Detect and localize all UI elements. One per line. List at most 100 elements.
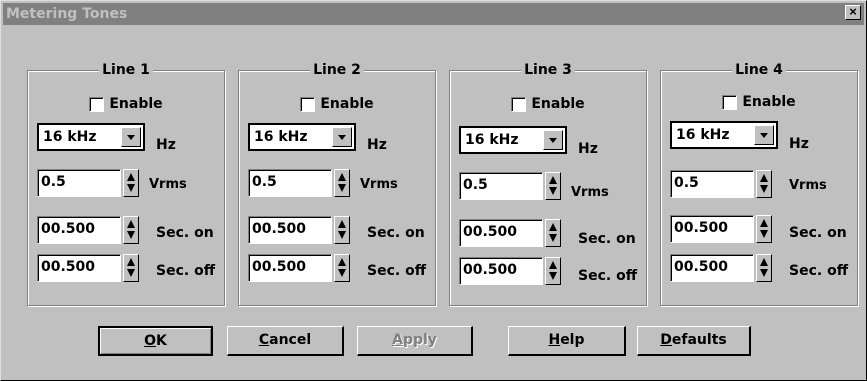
line-1-sec-on-input[interactable]: 00.500 bbox=[37, 216, 121, 244]
chevron-down-icon[interactable] bbox=[754, 125, 774, 145]
spin-down-icon[interactable] bbox=[760, 230, 768, 238]
line-1-enable-checkbox[interactable]: Enable bbox=[28, 94, 224, 114]
voltage-unit: Vrms bbox=[360, 177, 398, 192]
line-3-voltage-spinner[interactable] bbox=[545, 172, 561, 200]
line-4-frequency-select[interactable]: 16 kHz bbox=[670, 121, 778, 149]
defaults-button[interactable]: Defaults bbox=[637, 326, 751, 356]
checkbox-icon[interactable] bbox=[511, 96, 527, 112]
frequency-value: 16 kHz bbox=[465, 132, 519, 148]
line-3-sec-off-spinner[interactable] bbox=[545, 257, 561, 285]
line-4-sec-off-spinner[interactable] bbox=[756, 254, 772, 282]
spin-up-icon[interactable] bbox=[338, 173, 346, 181]
spin-down-icon[interactable] bbox=[760, 185, 768, 193]
line-4-voltage-spinner[interactable] bbox=[756, 170, 772, 198]
checkbox-icon[interactable] bbox=[89, 96, 105, 112]
voltage-unit: Vrms bbox=[789, 178, 827, 193]
chevron-down-icon[interactable] bbox=[332, 127, 352, 147]
line-4-enable-checkbox[interactable]: Enable bbox=[661, 92, 857, 112]
ok-button-label: OK bbox=[144, 333, 167, 349]
spin-up-icon[interactable] bbox=[549, 223, 557, 231]
spin-up-icon[interactable] bbox=[760, 174, 768, 182]
chevron-down-icon[interactable] bbox=[121, 127, 141, 147]
line-1-sec-off-input[interactable]: 00.500 bbox=[37, 254, 121, 282]
sec-off-label: Sec. off bbox=[156, 263, 216, 279]
spin-up-icon[interactable] bbox=[127, 258, 135, 266]
spin-up-icon[interactable] bbox=[338, 258, 346, 266]
sec-off-label: Sec. off bbox=[789, 263, 849, 279]
line-1-sec-off-spinner[interactable] bbox=[123, 254, 139, 282]
line-3-title: Line 3 bbox=[521, 62, 575, 78]
spin-up-icon[interactable] bbox=[760, 219, 768, 227]
title-bar[interactable]: Metering Tones × bbox=[3, 3, 864, 25]
line-2-group: Line 2 Enable 16 kHz Hz 0.5 Vrms 00.500 … bbox=[238, 62, 436, 306]
help-button[interactable]: Help bbox=[508, 326, 626, 356]
defaults-button-label: Defaults bbox=[660, 332, 727, 348]
line-2-voltage-spinner[interactable] bbox=[334, 169, 350, 197]
spin-up-icon[interactable] bbox=[127, 173, 135, 181]
sec-off-value: 00.500 bbox=[252, 259, 307, 275]
spin-down-icon[interactable] bbox=[549, 272, 557, 280]
line-3-sec-on-spinner[interactable] bbox=[545, 219, 561, 247]
spin-down-icon[interactable] bbox=[549, 234, 557, 242]
line-3-voltage-input[interactable]: 0.5 bbox=[459, 172, 543, 200]
line-1-voltage-spinner[interactable] bbox=[123, 169, 139, 197]
line-3-group: Line 3 Enable 16 kHz Hz 0.5 Vrms 00.500 … bbox=[449, 62, 647, 306]
frequency-value: 16 kHz bbox=[254, 129, 308, 145]
line-1-voltage-input[interactable]: 0.5 bbox=[37, 169, 121, 197]
line-3-sec-off-input[interactable]: 00.500 bbox=[459, 257, 543, 285]
line-3-frequency-select[interactable]: 16 kHz bbox=[459, 126, 567, 154]
enable-label: Enable bbox=[742, 94, 796, 110]
spin-down-icon[interactable] bbox=[127, 184, 135, 192]
frequency-unit: Hz bbox=[789, 136, 809, 152]
spin-up-icon[interactable] bbox=[549, 176, 557, 184]
apply-button-label: Apply bbox=[392, 332, 437, 348]
line-3-sec-on-input[interactable]: 00.500 bbox=[459, 219, 543, 247]
spin-down-icon[interactable] bbox=[338, 231, 346, 239]
line-2-sec-on-spinner[interactable] bbox=[334, 216, 350, 244]
line-4-sec-on-input[interactable]: 00.500 bbox=[670, 215, 754, 243]
line-2-title: Line 2 bbox=[310, 62, 364, 78]
line-2-sec-on-input[interactable]: 00.500 bbox=[248, 216, 332, 244]
spin-down-icon[interactable] bbox=[338, 269, 346, 277]
spin-down-icon[interactable] bbox=[127, 231, 135, 239]
ok-button[interactable]: OK bbox=[98, 326, 213, 356]
close-icon[interactable]: × bbox=[845, 5, 861, 20]
chevron-down-icon[interactable] bbox=[543, 130, 563, 150]
line-2-frequency-select[interactable]: 16 kHz bbox=[248, 123, 356, 151]
line-2-sec-off-spinner[interactable] bbox=[334, 254, 350, 282]
line-1-sec-on-spinner[interactable] bbox=[123, 216, 139, 244]
line-4-voltage-input[interactable]: 0.5 bbox=[670, 170, 754, 198]
line-2-sec-off-input[interactable]: 00.500 bbox=[248, 254, 332, 282]
spin-up-icon[interactable] bbox=[127, 220, 135, 228]
spin-down-icon[interactable] bbox=[127, 269, 135, 277]
line-4-sec-on-spinner[interactable] bbox=[756, 215, 772, 243]
apply-button[interactable]: Apply bbox=[357, 326, 473, 356]
spin-down-icon[interactable] bbox=[338, 184, 346, 192]
sec-off-value: 00.500 bbox=[41, 259, 96, 275]
line-1-title: Line 1 bbox=[99, 62, 153, 78]
spin-down-icon[interactable] bbox=[549, 187, 557, 195]
spin-down-icon[interactable] bbox=[760, 269, 768, 277]
checkbox-icon[interactable] bbox=[300, 96, 316, 112]
line-1-frequency-select[interactable]: 16 kHz bbox=[37, 123, 145, 151]
line-2-enable-checkbox[interactable]: Enable bbox=[239, 94, 435, 114]
line-2-voltage-input[interactable]: 0.5 bbox=[248, 169, 332, 197]
sec-on-label: Sec. on bbox=[789, 225, 847, 241]
checkbox-icon[interactable] bbox=[722, 94, 738, 110]
frequency-value: 16 kHz bbox=[43, 129, 97, 145]
sec-off-label: Sec. off bbox=[367, 263, 427, 279]
cancel-button[interactable]: Cancel bbox=[227, 326, 344, 356]
sec-off-value: 00.500 bbox=[463, 262, 518, 278]
spin-up-icon[interactable] bbox=[549, 261, 557, 269]
line-3-enable-checkbox[interactable]: Enable bbox=[450, 94, 646, 114]
frequency-unit: Hz bbox=[578, 141, 598, 157]
voltage-unit: Vrms bbox=[571, 185, 609, 200]
voltage-value: 0.5 bbox=[252, 174, 277, 190]
sec-on-value: 00.500 bbox=[674, 220, 729, 236]
sec-off-label: Sec. off bbox=[578, 268, 638, 284]
enable-label: Enable bbox=[531, 96, 585, 112]
line-4-sec-off-input[interactable]: 00.500 bbox=[670, 254, 754, 282]
spin-up-icon[interactable] bbox=[760, 258, 768, 266]
spin-up-icon[interactable] bbox=[338, 220, 346, 228]
sec-on-label: Sec. on bbox=[578, 231, 636, 247]
